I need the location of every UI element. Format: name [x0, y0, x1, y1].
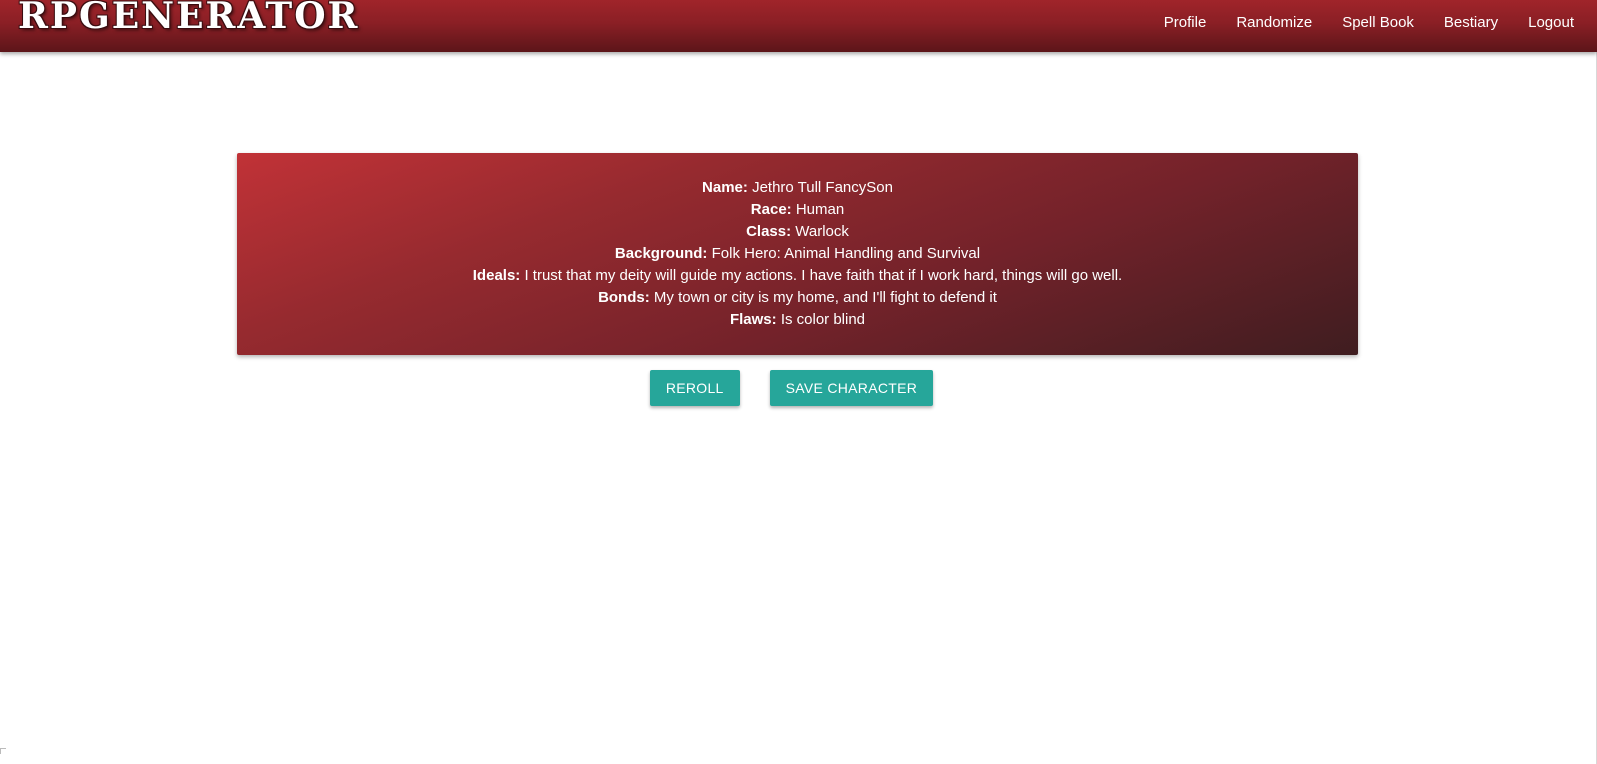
character-card: Name: Jethro Tull FancySon Race: Human C… — [237, 153, 1358, 355]
race-value: Human — [795, 201, 845, 218]
background-value: Folk Hero: Animal Handling and Survival — [711, 245, 981, 262]
character-background-row: Background: Folk Hero: Animal Handling a… — [615, 243, 980, 265]
save-character-button[interactable]: Save Character — [769, 370, 934, 406]
nav-link-randomize[interactable]: Randomize — [1221, 14, 1327, 31]
name-value: Jethro Tull FancySon — [752, 179, 893, 196]
class-label: Class: — [746, 223, 792, 240]
name-label: Name: — [702, 179, 748, 196]
nav-links: Profile Randomize Spell Book Bestiary Lo… — [1149, 14, 1589, 31]
character-race-row: Race: Human — [751, 199, 844, 221]
brand-logo[interactable]: RPGENERATOR — [18, 0, 359, 34]
character-ideals-row: Ideals: I trust that my deity will guide… — [473, 265, 1122, 287]
nav-link-bestiary[interactable]: Bestiary — [1429, 14, 1513, 31]
nav-link-logout[interactable]: Logout — [1513, 14, 1589, 31]
reroll-button[interactable]: Reroll — [649, 370, 740, 406]
flaws-label: Flaws: — [729, 311, 777, 328]
character-flaws-row: Flaws: Is color blind — [730, 309, 865, 331]
resize-corner — [0, 748, 6, 754]
page: RPGENERATOR Profile Randomize Spell Book… — [0, 0, 1597, 764]
race-label: Race: — [750, 201, 792, 218]
nav-link-spell-book[interactable]: Spell Book — [1327, 14, 1429, 31]
character-name-row: Name: Jethro Tull FancySon — [702, 177, 893, 199]
ideals-label: Ideals: — [472, 267, 521, 284]
top-navbar: RPGENERATOR Profile Randomize Spell Book… — [0, 0, 1597, 52]
flaws-value: Is color blind — [780, 311, 866, 328]
class-value: Warlock — [795, 223, 849, 240]
bonds-value: My town or city is my home, and I'll fig… — [653, 289, 997, 306]
character-class-row: Class: Warlock — [746, 221, 849, 243]
bonds-label: Bonds: — [598, 289, 650, 306]
ideals-value: I trust that my deity will guide my acti… — [524, 267, 1123, 284]
background-label: Background: — [614, 245, 708, 262]
action-buttons: Reroll Save Character — [0, 370, 1597, 406]
nav-link-profile[interactable]: Profile — [1149, 14, 1222, 31]
character-bonds-row: Bonds: My town or city is my home, and I… — [598, 287, 997, 309]
